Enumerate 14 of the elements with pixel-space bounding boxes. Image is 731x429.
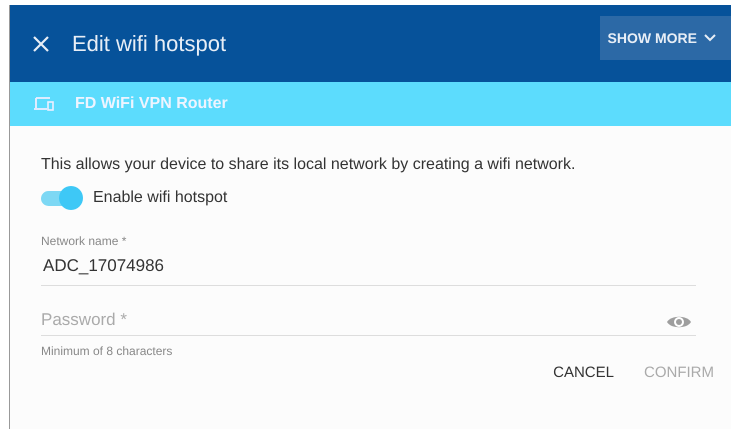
hotspot-toggle[interactable] xyxy=(41,186,83,210)
close-button[interactable] xyxy=(32,34,50,52)
close-icon xyxy=(32,34,50,52)
toggle-label: Enable wifi hotspot xyxy=(93,189,228,207)
chevron-down-icon xyxy=(703,32,717,42)
device-name: FD WiFi VPN Router xyxy=(75,95,228,113)
show-more-button[interactable]: SHOW MORE xyxy=(600,16,731,60)
network-name-field[interactable]: ADC_17074986 xyxy=(41,248,696,286)
field-hint: Minimum of 8 characters xyxy=(41,344,174,358)
dialog-title: Edit wifi hotspot xyxy=(72,30,226,56)
dialog-button[interactable]: CANCEL xyxy=(543,358,624,387)
description-text: This allows your device to share its local network by creating a wifi network. xyxy=(41,156,576,174)
field-label: Network name * xyxy=(41,234,128,248)
devices-icon xyxy=(33,96,55,112)
